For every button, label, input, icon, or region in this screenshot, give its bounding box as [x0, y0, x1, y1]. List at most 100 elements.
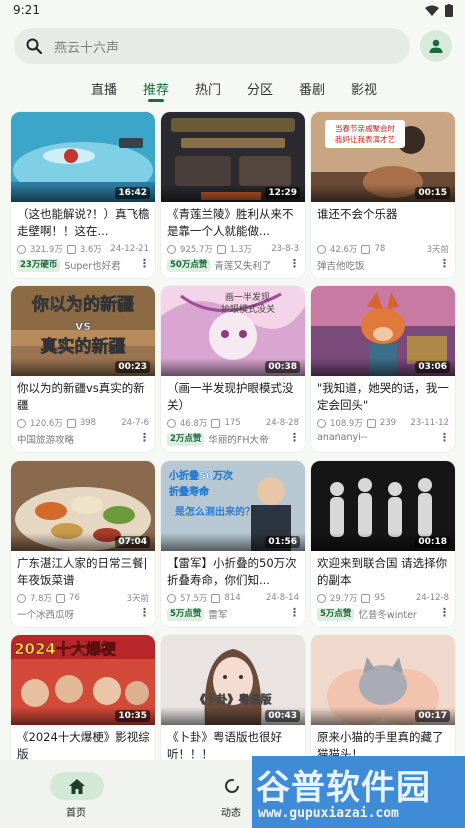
- video-card[interactable]: 00:18 欢迎来到联合国 请选择你的副本 29.7万 95 24-12-8 5…: [311, 461, 455, 627]
- comment-icon: [56, 593, 66, 603]
- video-thumbnail: 00:18: [311, 461, 455, 551]
- author-name[interactable]: 雷军: [208, 607, 227, 621]
- video-card[interactable]: 你以为的新疆 vs 真实的新疆 00:23 你以为的新疆vs真实的新疆 120.6万…: [11, 286, 155, 452]
- tab-anime[interactable]: 番剧: [299, 79, 325, 98]
- svg-text:vs: vs: [75, 319, 91, 334]
- video-thumbnail: 2024十大爆梗 10:35: [11, 635, 155, 725]
- video-meta: 46.8万 175 24-8-28: [167, 417, 299, 429]
- author-name[interactable]: 青莲又失利了: [214, 258, 271, 272]
- video-card[interactable]: 12:29 《青莲兰陵》胜利从来不是靠一个人就能做... 925.7万 1.3万…: [161, 112, 305, 278]
- video-title: 广东湛江人家的日常三餐|年夜饭菜谱: [17, 556, 148, 587]
- video-title: （画一半发现护眼模式没关）: [167, 381, 294, 412]
- play-count-icon: [317, 418, 326, 428]
- author-name[interactable]: 一个冰西瓜呀: [17, 607, 74, 621]
- play-count-icon: [167, 593, 176, 603]
- video-duration: 01:56: [265, 536, 300, 548]
- comment-icon: [66, 418, 76, 428]
- author-name[interactable]: 中国旅游攻略: [17, 432, 74, 446]
- author-row: anananyi--: [317, 432, 449, 443]
- tab-category[interactable]: 分区: [247, 79, 273, 98]
- nav-home-label[interactable]: 首页: [66, 804, 86, 819]
- play-count-icon: [17, 418, 26, 428]
- more-options-icon[interactable]: ⋮: [139, 258, 150, 269]
- comment-icon: [216, 244, 226, 254]
- nav-dynamic-button[interactable]: [224, 778, 240, 798]
- view-count: 108.9万: [330, 419, 363, 429]
- video-duration: 00:17: [415, 710, 450, 722]
- view-count: 7.8万: [30, 594, 53, 604]
- tab-recommend[interactable]: 推荐: [143, 79, 169, 98]
- comment-icon: [361, 244, 371, 254]
- tab-movies[interactable]: 影视: [351, 79, 377, 98]
- upload-date: 24-7-6: [121, 418, 149, 428]
- video-duration: 10:35: [115, 710, 150, 722]
- video-meta: 120.6万 398 24-7-6: [17, 417, 149, 429]
- status-time: 9:21: [13, 3, 40, 17]
- tab-live[interactable]: 直播: [91, 79, 117, 98]
- watermark-url: www.gupuxiazai.com: [258, 806, 399, 821]
- more-options-icon[interactable]: ⋮: [439, 258, 450, 269]
- more-options-icon[interactable]: ⋮: [289, 607, 300, 618]
- stat-badge: 50万点赞: [167, 258, 211, 272]
- more-options-icon[interactable]: ⋮: [139, 607, 150, 618]
- author-name[interactable]: 弹吉他吃饭: [317, 258, 365, 272]
- video-thumbnail: 03:06: [311, 286, 455, 376]
- video-card[interactable]: 当春节亲戚聚会时 我妈让我表演才艺 00:15 谁还不会个乐器 42.6万 78 …: [311, 112, 455, 278]
- comment-count: 3.6万: [79, 245, 102, 255]
- nav-dynamic-label[interactable]: 动态: [221, 804, 241, 819]
- svg-text:当春节亲戚聚会时: 当春节亲戚聚会时: [335, 123, 395, 133]
- comment-icon: [211, 593, 221, 603]
- video-meta: 925.7万 1.3万 23-8-3: [167, 243, 299, 255]
- more-options-icon[interactable]: ⋮: [439, 607, 450, 618]
- stat-badge: 2万点赞: [167, 432, 205, 446]
- svg-text:你以为的新疆: 你以为的新疆: [31, 294, 134, 315]
- svg-text:画一半发现: 画一半发现: [225, 291, 270, 303]
- upload-date: 23-8-3: [271, 244, 299, 254]
- top-tabs: 直播 推荐 热门 分区 番剧 影视: [0, 76, 465, 102]
- view-count: 120.6万: [30, 419, 63, 429]
- video-thumbnail: 画一半发现 护眼模式没关 00:38: [161, 286, 305, 376]
- comment-count: 76: [69, 593, 80, 603]
- dynamic-icon: [225, 779, 239, 793]
- more-options-icon[interactable]: ⋮: [439, 432, 450, 443]
- author-name[interactable]: 忆昔冬winter: [358, 607, 416, 621]
- author-row: 2万点赞 华丽的FH大帝: [167, 432, 299, 446]
- video-duration: 00:43: [265, 710, 300, 722]
- view-count: 46.8万: [180, 419, 208, 429]
- video-duration: 16:42: [115, 187, 150, 199]
- author-row: 弹吉他吃饭: [317, 258, 449, 272]
- video-card[interactable]: 07:04 广东湛江人家的日常三餐|年夜饭菜谱 7.8万 76 3天前 一个冰西…: [11, 461, 155, 627]
- comment-count: 398: [79, 418, 97, 428]
- video-duration: 00:15: [415, 187, 450, 199]
- author-row: 5万点赞 雷军: [167, 607, 299, 621]
- comment-count: 175: [224, 418, 241, 428]
- video-title: 《青莲兰陵》胜利从来不是靠一个人就能做...: [167, 207, 294, 238]
- more-options-icon[interactable]: ⋮: [139, 432, 150, 443]
- author-name[interactable]: anananyi--: [317, 432, 368, 443]
- author-name[interactable]: Super也好君: [64, 258, 120, 272]
- author-name[interactable]: 华丽的FH大帝: [208, 432, 268, 446]
- video-title: 你以为的新疆vs真实的新疆: [17, 381, 145, 412]
- video-card[interactable]: 画一半发现 护眼模式没关 00:38 （画一半发现护眼模式没关） 46.8万 17…: [161, 286, 305, 452]
- svg-text:我妈让我表演才艺: 我妈让我表演才艺: [335, 134, 395, 144]
- video-title: 谁还不会个乐器: [317, 207, 398, 221]
- more-options-icon[interactable]: ⋮: [289, 432, 300, 443]
- play-count-icon: [167, 418, 176, 428]
- upload-date: 24-8-28: [265, 418, 299, 428]
- upload-date: 24-8-14: [265, 593, 299, 603]
- video-card[interactable]: 16:42 （这也能解说?！）真飞檐走壁啊！！这在... 321.9万 3.6万…: [11, 112, 155, 278]
- video-card[interactable]: 小折叠50万次 折叠寿命 是怎么测出来的？ 01:56 【雷军】小折叠的50万次折叠…: [161, 461, 305, 627]
- video-card[interactable]: 03:06 "我知道，她哭的话，我一定会回头" 108.9万 239 23-11…: [311, 286, 455, 452]
- video-duration: 07:04: [115, 536, 150, 548]
- search-input[interactable]: 燕云十六声: [14, 28, 410, 64]
- comment-icon: [211, 418, 221, 428]
- video-duration: 00:18: [415, 536, 450, 548]
- more-options-icon[interactable]: ⋮: [289, 258, 300, 269]
- comment-count: 78: [374, 244, 386, 254]
- avatar[interactable]: [420, 30, 452, 62]
- video-meta: 29.7万 95 24-12-8: [317, 592, 449, 604]
- tab-hot[interactable]: 热门: [195, 79, 221, 98]
- comment-icon: [361, 593, 371, 603]
- nav-home-button[interactable]: [50, 772, 104, 800]
- view-count: 29.7万: [330, 594, 358, 604]
